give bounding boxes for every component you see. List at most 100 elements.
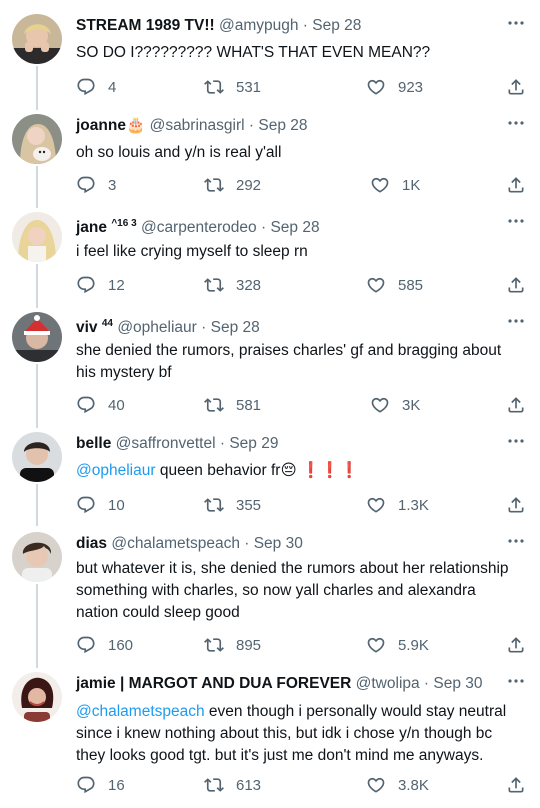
avatar[interactable]	[12, 114, 62, 164]
user-handle[interactable]: @amypugh	[219, 17, 299, 34]
share-icon	[506, 395, 526, 415]
tweet-date[interactable]: Sep 30	[254, 535, 303, 552]
more-icon[interactable]	[506, 674, 526, 688]
tweet-date[interactable]: Sep 28	[211, 319, 260, 336]
share-button[interactable]	[506, 774, 526, 796]
display-name[interactable]: jane	[76, 219, 107, 236]
tweet[interactable]: jamie | MARGOT AND DUA FOREVER @twolipa …	[0, 672, 540, 802]
more-icon[interactable]	[506, 214, 526, 228]
retweet-button[interactable]: 581	[204, 394, 261, 416]
retweet-count: 531	[236, 78, 262, 96]
share-button[interactable]	[506, 274, 526, 296]
retweet-button[interactable]: 328	[204, 274, 261, 296]
reply-button[interactable]: 3	[76, 174, 116, 196]
tweet-text-line: they looks good tgt. but it's just me do…	[76, 747, 484, 764]
retweet-button[interactable]: 531	[204, 76, 261, 98]
reply-count: 12	[108, 276, 125, 294]
exclamation-emojis: ❗❗❗	[300, 462, 359, 479]
tweet-text: she denied the rumors, praises charles' …	[76, 340, 526, 384]
cake-emoji: 🎂	[125, 117, 146, 134]
like-button[interactable]: 3K	[370, 394, 420, 416]
more-icon[interactable]	[506, 314, 526, 328]
avatar[interactable]	[12, 432, 62, 482]
retweet-button[interactable]: 292	[204, 174, 261, 196]
display-name[interactable]: STREAM 1989 TV!!	[76, 17, 215, 34]
like-icon	[366, 77, 386, 97]
mention-link[interactable]: @opheliaur	[76, 462, 156, 479]
share-button[interactable]	[506, 394, 526, 416]
tweet-text-line: his mystery bf	[76, 364, 172, 381]
like-button[interactable]: 923	[366, 76, 423, 98]
like-button[interactable]: 1K	[370, 174, 420, 196]
name-superscript: ^16 3	[111, 218, 137, 229]
more-icon[interactable]	[506, 434, 526, 448]
avatar[interactable]	[12, 532, 62, 582]
reply-button[interactable]: 10	[76, 494, 125, 516]
tweet[interactable]: jane ^16 3 @carpenterodeo · Sep 28 i fee…	[0, 212, 540, 298]
like-icon	[366, 275, 386, 295]
reply-button[interactable]: 12	[76, 274, 125, 296]
tweet[interactable]: joanne🎂 @sabrinasgirl · Sep 28 oh so lou…	[0, 114, 540, 200]
tweet-actions: 4 531 923	[76, 76, 526, 98]
like-count: 5.9K	[398, 636, 429, 654]
more-icon[interactable]	[506, 534, 526, 548]
tweet-text-line: even though i personally would stay neut…	[204, 703, 507, 720]
display-name[interactable]: viv	[76, 319, 98, 336]
share-button[interactable]	[506, 76, 526, 98]
reply-count: 4	[108, 78, 117, 96]
display-name[interactable]: dias	[76, 535, 107, 552]
tweet[interactable]: STREAM 1989 TV!! @amypugh · Sep 28 SO DO…	[0, 14, 540, 100]
like-icon	[370, 395, 390, 415]
tweet-text-line: nation could sleep good	[76, 604, 240, 621]
user-handle[interactable]: @opheliaur	[117, 319, 197, 336]
tweet-date[interactable]: Sep 30	[433, 675, 482, 692]
retweet-button[interactable]: 895	[204, 634, 261, 656]
user-handle[interactable]: @carpenterodeo	[141, 219, 257, 236]
share-button[interactable]	[506, 174, 526, 196]
tweet-actions: 3 292 1K	[76, 174, 526, 196]
reply-icon	[76, 495, 96, 515]
reply-icon	[76, 77, 96, 97]
tweet-date[interactable]: Sep 28	[312, 17, 361, 34]
reply-button[interactable]: 40	[76, 394, 125, 416]
tweet-date[interactable]: Sep 29	[229, 435, 278, 452]
display-name[interactable]: belle	[76, 435, 111, 452]
like-button[interactable]: 585	[366, 274, 423, 296]
retweet-count: 292	[236, 176, 262, 194]
mention-link[interactable]: @chalametspeach	[76, 703, 205, 720]
reply-button[interactable]: 160	[76, 634, 133, 656]
avatar[interactable]	[12, 14, 62, 64]
reply-icon	[76, 775, 96, 795]
tweet-text-line: since i knew nothing about this, but idk…	[76, 725, 493, 742]
retweet-button[interactable]: 613	[204, 774, 261, 796]
reply-button[interactable]: 4	[76, 76, 116, 98]
more-icon[interactable]	[506, 16, 526, 30]
tweet-text: @chalametspeach even though i personally…	[76, 701, 526, 767]
display-name[interactable]: joanne	[76, 117, 126, 134]
tweet[interactable]: viv 44 @opheliaur · Sep 28 she denied th…	[0, 312, 540, 420]
avatar[interactable]	[12, 672, 62, 722]
like-button[interactable]: 5.9K	[366, 634, 429, 656]
avatar[interactable]	[12, 212, 62, 262]
user-handle[interactable]: @saffronvettel	[116, 435, 216, 452]
tweet-text-line: something with charles, so now yall char…	[76, 582, 476, 599]
avatar[interactable]	[12, 312, 62, 362]
like-button[interactable]: 3.8K	[366, 774, 429, 796]
tweet[interactable]: dias @chalametspeach · Sep 30 but whatev…	[0, 532, 540, 660]
reply-icon	[76, 275, 96, 295]
share-button[interactable]	[506, 634, 526, 656]
user-handle[interactable]: @sabrinasgirl	[150, 117, 245, 134]
tweet-date[interactable]: Sep 28	[258, 117, 307, 134]
share-icon	[506, 275, 526, 295]
display-name[interactable]: jamie | MARGOT AND DUA FOREVER	[76, 675, 351, 692]
tweet-date[interactable]: Sep 28	[270, 219, 319, 236]
more-icon[interactable]	[506, 116, 526, 130]
like-button[interactable]: 1.3K	[366, 494, 429, 516]
tweet[interactable]: belle @saffronvettel · Sep 29 @opheliaur…	[0, 432, 540, 520]
share-button[interactable]	[506, 494, 526, 516]
retweet-button[interactable]: 355	[204, 494, 261, 516]
reply-button[interactable]: 16	[76, 774, 125, 796]
user-handle[interactable]: @twolipa	[356, 675, 420, 692]
tweet-header: viv 44 @opheliaur · Sep 28	[76, 318, 260, 336]
user-handle[interactable]: @chalametspeach	[111, 535, 240, 552]
